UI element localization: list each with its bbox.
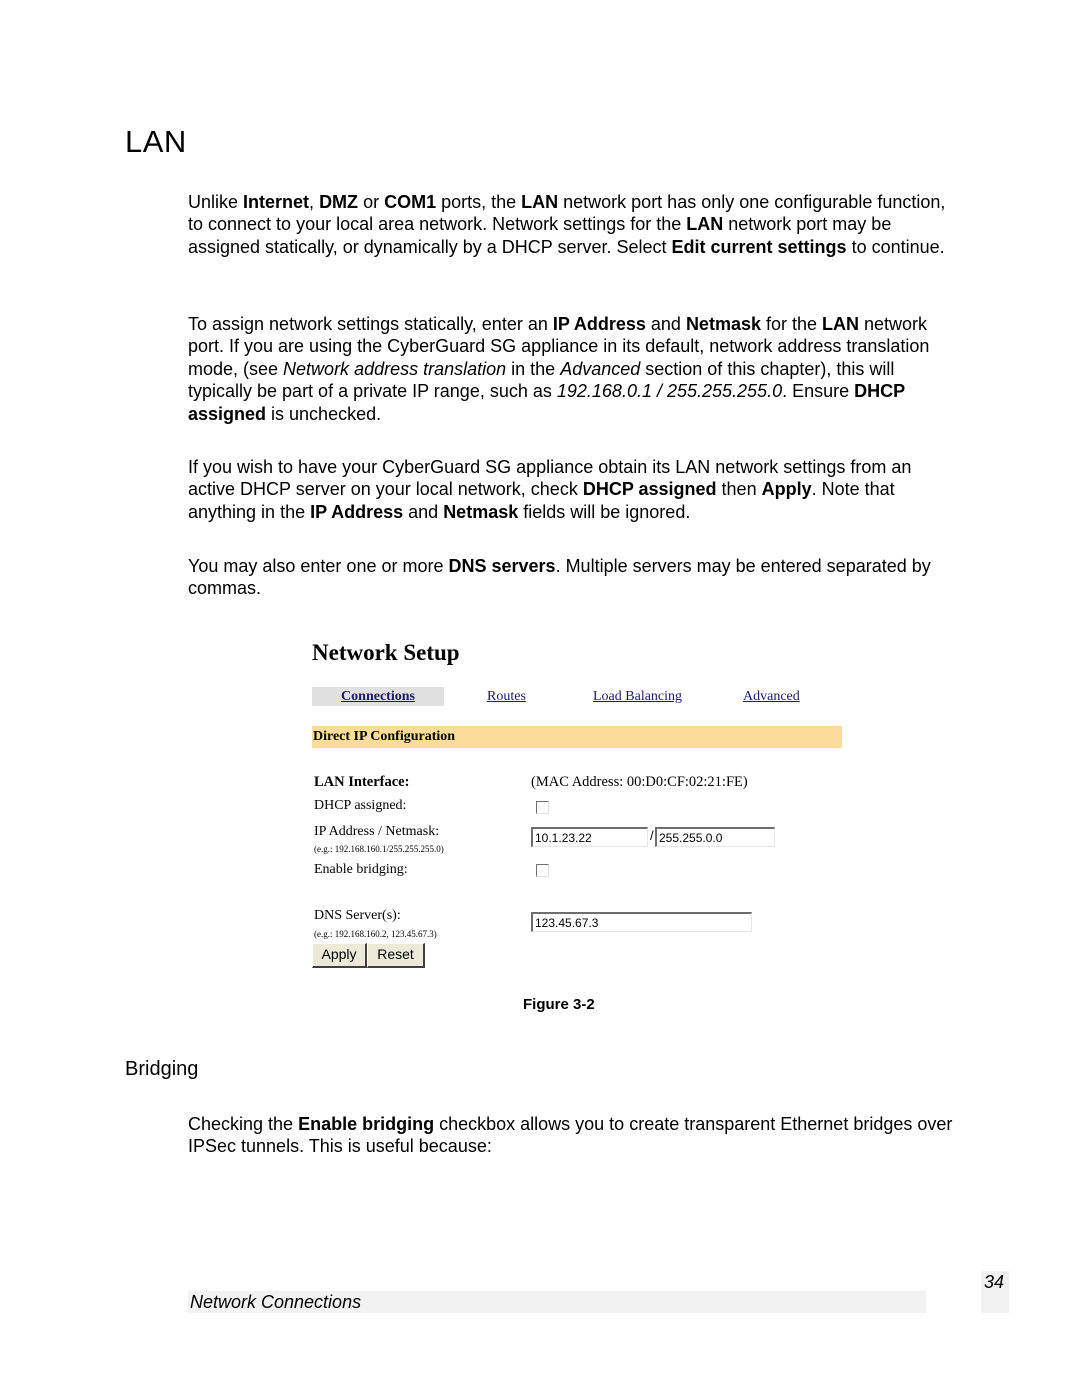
bold-term: LAN [521,192,559,212]
bold-term: COM1 [384,192,437,212]
italic-term: 192.168.0.1 / 255.255.255.0 [556,381,783,402]
bold-term: Edit current settings [671,236,847,257]
bold-term: DHCP assigned [188,381,905,424]
ip-netmask-separator: / [650,828,654,843]
ip-address-input[interactable]: 10.1.23.22 [531,827,648,847]
tab-load-balancing[interactable]: Load Balancing [593,687,682,706]
bold-term: Netmask [685,314,761,334]
enable-bridging-checkbox[interactable] [536,864,549,877]
ip-netmask-hint: (e.g.: 192.168.160.1/255.255.255.0) [314,844,444,854]
bold-term: Netmask [443,501,519,522]
bold-term: DNS servers [448,556,556,576]
tab-advanced[interactable]: Advanced [743,687,800,706]
bold-term: Internet [243,192,310,212]
paragraph-lan-intro: Unlike Internet, DMZ or COM1 ports, the … [188,192,946,257]
dhcp-assigned-label: DHCP assigned: [314,798,407,813]
lan-interface-label: LAN Interface: [314,774,410,790]
paragraph-static-settings: To assign network settings statically, e… [188,314,930,424]
page-number: 34 [984,1272,1005,1292]
mac-address-label: (MAC Address: 00:D0:CF:02:21:FE) [531,774,748,790]
dns-servers-input[interactable]: 123.45.67.3 [531,912,752,932]
bold-term: Enable bridging [298,1114,435,1134]
enable-bridging-label: Enable bridging: [314,862,408,877]
italic-term: Advanced [560,358,641,379]
netmask-input[interactable]: 255.255.0.0 [655,827,775,847]
page-title: LAN [125,124,187,159]
tab-routes[interactable]: Routes [487,687,526,706]
dhcp-assigned-checkbox[interactable] [536,801,549,814]
bold-term: DMZ [319,192,359,212]
figure-caption: Figure 3-2 [523,996,595,1013]
ip-netmask-label: IP Address / Netmask: [314,824,440,839]
dns-servers-label: DNS Server(s): [314,908,401,923]
bold-term: Apply [761,479,812,500]
footer-section-title: Network Connections [190,1292,362,1312]
apply-button[interactable]: Apply [312,943,367,968]
reset-button[interactable]: Reset [367,943,425,968]
network-setup-figure: Network Setup Connections Routes Load Ba… [312,636,844,976]
italic-term: Network address translation [283,358,507,379]
tab-connections[interactable]: Connections [312,687,444,706]
paragraph-dhcp-settings: If you wish to have your CyberGuard SG a… [188,457,912,522]
bridging-heading: Bridging [125,1058,199,1080]
bold-term: IP Address [552,314,646,334]
paragraph-dns-servers: You may also enter one or more DNS serve… [188,556,931,599]
bold-term: LAN [686,214,724,235]
paragraph-bridging: Checking the Enable bridging checkbox al… [188,1114,953,1157]
section-header-direct-ip: Direct IP Configuration [312,726,842,748]
dns-servers-hint: (e.g.: 192.168.160.2, 123.45.67.3) [314,929,437,939]
figure-title: Network Setup [312,640,460,665]
bold-term: DHCP assigned [582,479,717,500]
bold-term: LAN [822,314,860,334]
bold-term: IP Address [310,501,404,522]
